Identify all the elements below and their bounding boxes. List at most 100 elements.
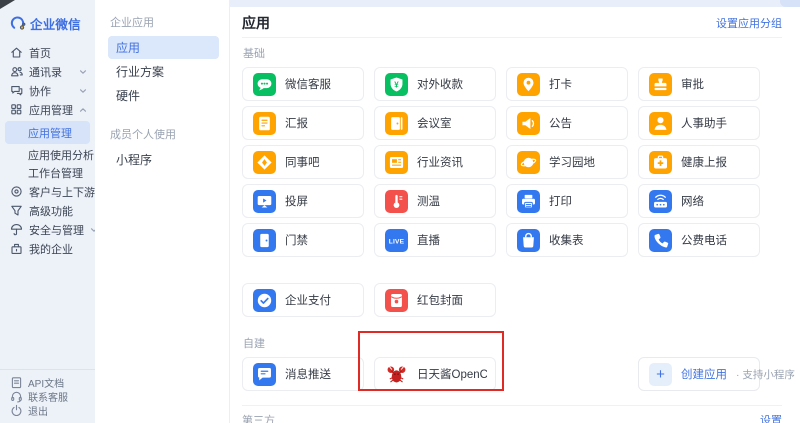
wecom-logo-text: 企业微信 — [30, 18, 81, 32]
app-name: 打卡 — [549, 79, 572, 91]
app-name: 微信客服 — [285, 79, 331, 91]
sidebar: 企业微信 首页 通讯录 协作 应用管理 应用管理 应用使用分析 工作台管理 客户与上下游 高级功… — [0, 0, 109, 423]
sidebar-item-7[interactable]: 我的企业 — [0, 239, 95, 258]
sidebar-subitem-3-0[interactable]: 应用管理 — [5, 121, 90, 144]
message-push-icon — [253, 362, 276, 386]
basic-app-card-13[interactable]: 测温 — [374, 184, 496, 218]
basic-app-card-21[interactable]: 红包封面 — [374, 283, 496, 317]
sidebar-footer-label: 退出 — [28, 406, 48, 418]
basic-app-card-18[interactable]: 收集表 — [506, 223, 628, 257]
app-name: 企业支付 — [285, 295, 331, 307]
enterprise-pay-icon — [253, 288, 276, 312]
app-name: 网络 — [681, 196, 704, 208]
screen-cast-icon — [253, 189, 276, 213]
subnav-item-行业方案[interactable]: 行业方案 — [108, 60, 219, 83]
advanced-features-icon — [10, 204, 23, 217]
business-call-icon — [649, 228, 672, 252]
subnav-group-title: 成员个人使用 — [110, 129, 176, 141]
basic-app-card-4[interactable]: 汇报 — [242, 106, 364, 140]
app-name: 对外收款 — [417, 79, 463, 91]
basic-app-card-1[interactable]: ¥ 对外收款 — [374, 67, 496, 101]
wechat-service-icon — [253, 72, 276, 96]
secondary-nav: 企业应用 应用 行业方案 硬件 成员个人使用 小程序 — [95, 0, 230, 423]
app-name: 学习园地 — [549, 157, 595, 169]
customers-icon — [10, 185, 23, 198]
basic-app-card-9[interactable]: 行业资讯 — [374, 145, 496, 179]
sidebar-footer-item-2[interactable]: 退出 — [0, 403, 95, 418]
sidebar-subitem-3-2[interactable]: 工作台管理 — [0, 164, 95, 182]
basic-app-card-6[interactable]: 公告 — [506, 106, 628, 140]
basic-app-card-3[interactable]: 审批 — [638, 67, 760, 101]
industry-news-icon — [385, 150, 408, 174]
sidebar-item-3[interactable]: 应用管理 — [0, 100, 95, 119]
basic-app-card-17[interactable]: LIVE 直播 — [374, 223, 496, 257]
basic-app-card-20[interactable]: 企业支付 — [242, 283, 364, 317]
hr-assistant-icon — [649, 111, 672, 135]
chevron-down-icon — [79, 87, 87, 95]
sidebar-item-label: 首页 — [29, 47, 51, 60]
check-in-icon — [517, 72, 540, 96]
basic-app-card-0[interactable]: 微信客服 — [242, 67, 364, 101]
door-access-icon — [253, 228, 276, 252]
main-content: 应用 设置应用分组 基础 微信客服 ¥ 对外收款 打卡 审批 汇报 会议室 公告 人事助手 同事吧… — [230, 0, 800, 423]
health-report-icon — [649, 150, 672, 174]
basic-app-card-15[interactable]: 网络 — [638, 184, 760, 218]
sidebar-subitem-3-1[interactable]: 应用使用分析 — [0, 146, 95, 164]
sidebar-nav: 首页 通讯录 协作 应用管理 应用管理 应用使用分析 工作台管理 客户与上下游 高级功能 安全与管… — [0, 43, 109, 258]
app-name: 人事助手 — [681, 118, 727, 130]
app-name: 同事吧 — [285, 157, 320, 169]
sidebar-item-label: 协作 — [29, 85, 51, 98]
create-app-button[interactable]: + 创建应用 · 支持小程序 — [638, 357, 795, 391]
app-name: 红包封面 — [417, 295, 463, 307]
live-stream-icon: LIVE — [385, 228, 408, 252]
subnav-item-硬件[interactable]: 硬件 — [108, 84, 219, 107]
third-party-settings-link[interactable]: 设置 — [760, 412, 782, 423]
wecom-logo[interactable]: 企业微信 — [0, 10, 95, 43]
sidebar-item-5[interactable]: 高级功能 — [0, 201, 95, 220]
basic-app-card-12[interactable]: 投屏 — [242, 184, 364, 218]
sidebar-item-4[interactable]: 客户与上下游 — [0, 182, 109, 201]
self-built-app-card-1[interactable]: 日天酱OpenClaw — [374, 357, 496, 391]
plus-icon: + — [649, 362, 672, 386]
svg-text:LIVE: LIVE — [389, 238, 405, 245]
self-built-apps-grid: 消息推送 日天酱OpenClaw + 创建应用 · 支持小程序 — [242, 357, 795, 391]
basic-app-card-19[interactable]: 公费电话 — [638, 223, 760, 257]
sidebar-item-1[interactable]: 通讯录 — [0, 62, 95, 81]
sidebar-item-2[interactable]: 协作 — [0, 81, 95, 100]
sidebar-item-0[interactable]: 首页 — [0, 43, 95, 62]
app-name: 日天酱OpenClaw — [417, 369, 487, 381]
app-name: 测温 — [417, 196, 440, 208]
app-management-icon — [10, 103, 23, 116]
app-name: 打印 — [549, 196, 572, 208]
set-app-groups-link[interactable]: 设置应用分组 — [716, 15, 782, 31]
sidebar-item-6[interactable]: 安全与管理 — [0, 220, 98, 239]
wecom-logo-icon — [9, 15, 26, 32]
app-name: 审批 — [681, 79, 704, 91]
subnav-item-应用[interactable]: 应用 — [108, 36, 219, 59]
sidebar-footer-item-0[interactable]: API文档 — [0, 375, 95, 390]
basic-app-card-2[interactable]: 打卡 — [506, 67, 628, 101]
header-divider — [242, 37, 782, 38]
contacts-icon — [10, 65, 23, 78]
subnav-item-小程序[interactable]: 小程序 — [108, 148, 219, 171]
section-label-third-party: 第三方 — [242, 415, 275, 423]
basic-app-card-7[interactable]: 人事助手 — [638, 106, 760, 140]
announcement-icon — [517, 111, 540, 135]
openclaw-lobster-icon — [385, 363, 408, 386]
basic-app-card-10[interactable]: 学习园地 — [506, 145, 628, 179]
self-built-app-card-0[interactable]: 消息推送 — [242, 357, 364, 391]
basic-app-card-11[interactable]: 健康上报 — [638, 145, 760, 179]
network-icon — [649, 189, 672, 213]
basic-app-card-8[interactable]: 同事吧 — [242, 145, 364, 179]
basic-app-card-5[interactable]: 会议室 — [374, 106, 496, 140]
sidebar-item-label: 应用管理 — [29, 104, 73, 117]
red-packet-cover-icon — [385, 288, 408, 312]
basic-app-card-16[interactable]: 门禁 — [242, 223, 364, 257]
sidebar-footer-item-1[interactable]: 联系客服 — [0, 389, 95, 404]
collection-form-icon — [517, 228, 540, 252]
sidebar-item-label: 客户与上下游 — [29, 186, 95, 199]
basic-apps-grid-extra: 企业支付 红包封面 — [242, 283, 782, 317]
basic-apps-grid: 微信客服 ¥ 对外收款 打卡 审批汇报 会议室 公告 人事助手同事吧 行业资讯 学习园地 健康上报投… — [242, 67, 782, 257]
basic-app-card-14[interactable]: 打印 — [506, 184, 628, 218]
screen-corner-artifact — [0, 0, 15, 9]
